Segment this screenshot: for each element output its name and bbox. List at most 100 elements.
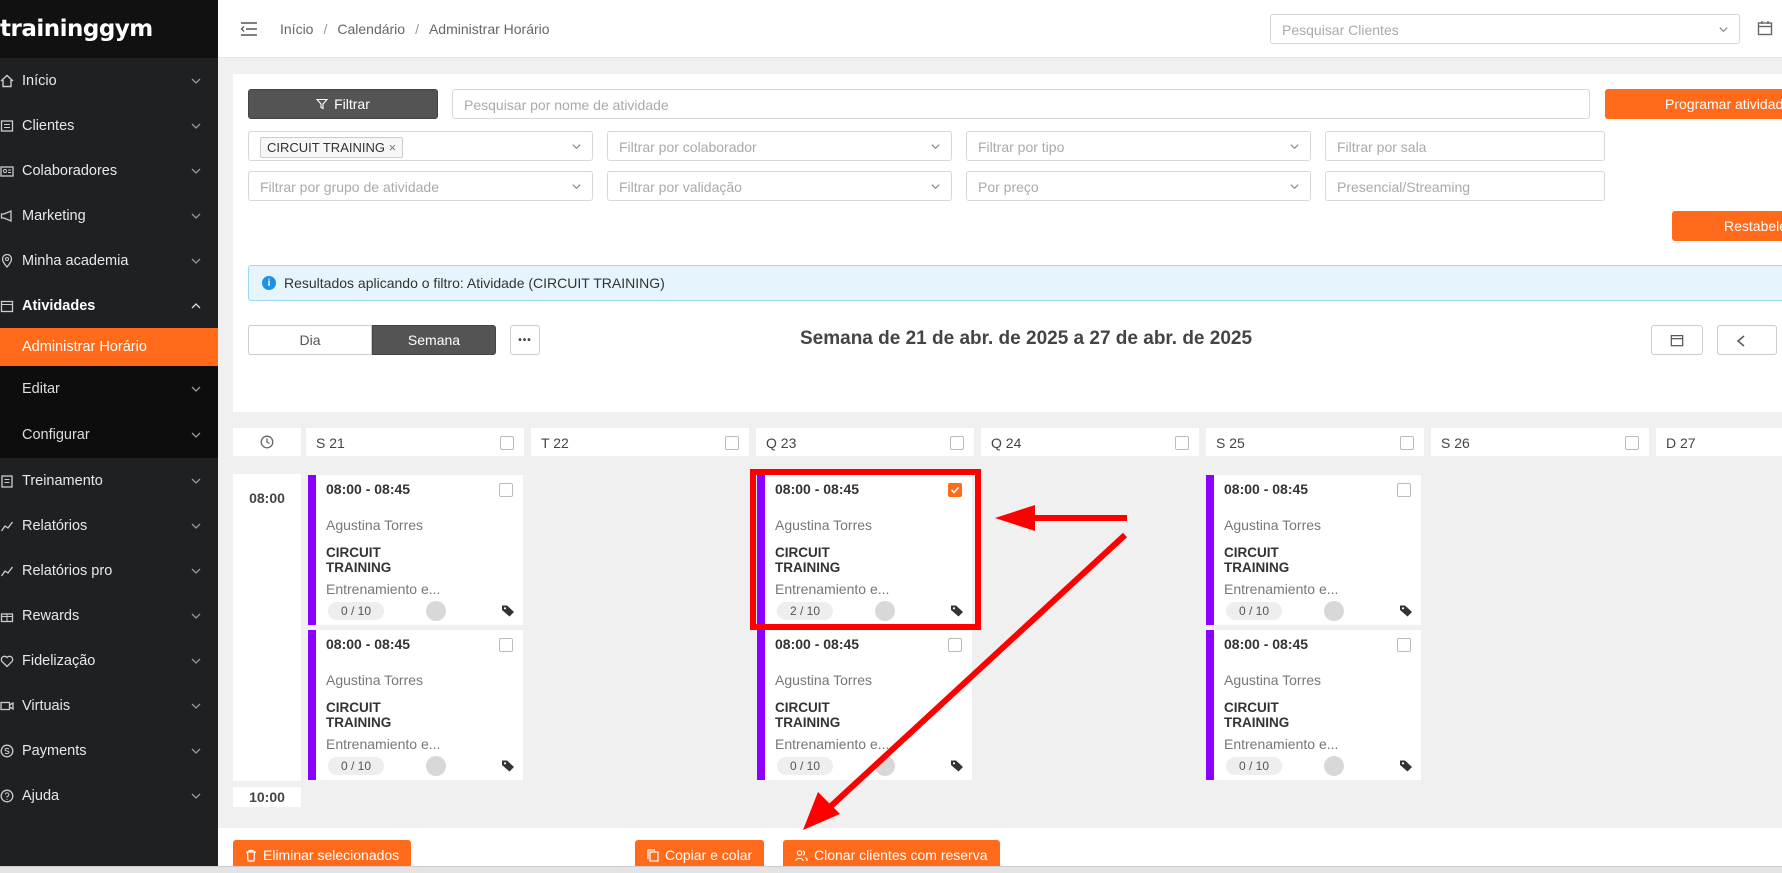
day-select-checkbox[interactable] <box>500 436 514 450</box>
sidebar-item-label: Treinamento <box>22 472 103 489</box>
filter-button[interactable]: Filtrar <box>248 89 438 119</box>
day-select-checkbox[interactable] <box>950 436 964 450</box>
activity-time: 08:00 - 08:45 <box>326 636 411 652</box>
sidebar-subitem-administrar-horario[interactable]: Administrar Horário <box>0 328 218 366</box>
activity-coach: Agustina Torres <box>775 517 873 533</box>
activity-select-checkbox[interactable] <box>499 483 513 497</box>
activity-card[interactable]: 08:00 - 08:45 Agustina Torres CIRCUIT TR… <box>757 630 972 780</box>
breadcrumb: Início / Calendário / Administrar Horári… <box>280 21 550 37</box>
dollar-icon <box>0 744 22 758</box>
activity-select-checkbox[interactable] <box>499 638 513 652</box>
room-filter-select[interactable]: Filtrar por sala <box>1325 131 1605 161</box>
activity-name: CIRCUIT TRAINING <box>775 545 841 575</box>
activity-search-input[interactable]: Pesquisar por nome de atividade <box>452 89 1590 119</box>
sidebar-item-ajuda[interactable]: Ajuda <box>0 773 218 818</box>
chevron-down-icon <box>191 478 201 484</box>
sidebar-item-treinamento[interactable]: Treinamento <box>0 458 218 503</box>
validation-filter-select[interactable]: Filtrar por validação <box>607 171 952 201</box>
client-search-select[interactable]: Pesquisar Clientes <box>1270 14 1740 44</box>
sidebar-item-relatorios-pro[interactable]: Relatórios pro <box>0 548 218 593</box>
day-header-label: S 21 <box>316 435 345 451</box>
activity-name: CIRCUIT TRAINING <box>1224 700 1290 730</box>
tag-remove-icon[interactable]: × <box>389 140 397 155</box>
sidebar-item-virtuais[interactable]: Virtuais <box>0 683 218 728</box>
check-icon <box>950 486 960 494</box>
chevron-left-icon <box>1736 335 1745 347</box>
activity-card[interactable]: 08:00 - 08:45 Agustina Torres CIRCUIT TR… <box>308 630 523 780</box>
collaborator-filter-placeholder: Filtrar por colaborador <box>619 139 757 155</box>
previous-week-button[interactable] <box>1717 325 1777 355</box>
sidebar-item-rewards[interactable]: Rewards <box>0 593 218 638</box>
help-icon <box>0 789 22 803</box>
day-select-checkbox[interactable] <box>1175 436 1189 450</box>
activity-card[interactable]: 08:00 - 08:45 Agustina Torres CIRCUIT TR… <box>1206 630 1421 780</box>
breadcrumb-item[interactable]: Início <box>280 21 313 37</box>
sidebar-item-label: Payments <box>22 742 87 759</box>
calendar-icon <box>1670 335 1684 347</box>
more-options-button[interactable]: ••• <box>510 325 540 355</box>
week-title: Semana de 21 de abr. de 2025 a 27 de abr… <box>800 328 1253 349</box>
calendar-icon[interactable] <box>1757 20 1773 36</box>
info-icon: i <box>262 276 276 290</box>
sidebar-item-label: Marketing <box>22 207 86 224</box>
time-label: 08:00 <box>233 490 301 507</box>
sidebar-item-minha-academia[interactable]: Minha academia <box>0 238 218 283</box>
activity-card[interactable]: 08:00 - 08:45 Agustina Torres CIRCUIT TR… <box>1206 475 1421 625</box>
activity-time: 08:00 - 08:45 <box>775 636 860 652</box>
chart-icon <box>0 564 22 578</box>
validation-filter-placeholder: Filtrar por validação <box>619 179 742 195</box>
sidebar-item-marketing[interactable]: Marketing <box>0 193 218 238</box>
day-header-label: T 22 <box>541 435 569 451</box>
chevron-up-icon <box>191 302 201 308</box>
program-activity-button[interactable]: Programar atividade <box>1605 89 1782 119</box>
reset-filters-button[interactable]: Restabelecer <box>1672 211 1782 241</box>
collaborator-filter-select[interactable]: Filtrar por colaborador <box>607 131 952 161</box>
sidebar-subitem-editar[interactable]: Editar <box>0 366 218 412</box>
sidebar-item-atividades[interactable]: Atividades <box>0 283 218 328</box>
clients-icon <box>0 119 22 133</box>
sidebar-item-inicio[interactable]: Início <box>0 58 218 103</box>
activity-description: Entrenamiento e... <box>775 581 890 597</box>
activity-description: Entrenamiento e... <box>775 736 890 752</box>
sidebar-item-relatorios[interactable]: Relatórios <box>0 503 218 548</box>
sidebar-item-fidelizacao[interactable]: Fidelização <box>0 638 218 683</box>
activity-filter-tag-label: CIRCUIT TRAINING <box>267 140 385 155</box>
activity-card[interactable]: 08:00 - 08:45 Agustina Torres CIRCUIT TR… <box>308 475 523 625</box>
activity-coach: Agustina Torres <box>326 672 424 688</box>
view-day-label: Dia <box>299 332 321 348</box>
activity-time: 08:00 - 08:45 <box>326 481 411 497</box>
activity-select-checkbox[interactable] <box>1397 483 1411 497</box>
day-select-checkbox[interactable] <box>725 436 739 450</box>
type-filter-select[interactable]: Filtrar por tipo <box>966 131 1311 161</box>
breadcrumb-item[interactable]: Calendário <box>337 21 405 37</box>
price-filter-select[interactable]: Por preço <box>966 171 1311 201</box>
sidebar-item-payments[interactable]: Payments <box>0 728 218 773</box>
activity-select-checkbox[interactable] <box>1397 638 1411 652</box>
activity-card[interactable]: 08:00 - 08:45 Agustina Torres CIRCUIT TR… <box>757 475 972 625</box>
date-picker-button[interactable] <box>1651 325 1703 355</box>
menu-collapse-icon[interactable] <box>240 21 258 37</box>
sidebar-item-label: Configurar <box>22 427 90 443</box>
day-select-checkbox[interactable] <box>1400 436 1414 450</box>
logo[interactable]: traininggym <box>0 0 218 58</box>
day-header: Q 24 <box>981 428 1199 456</box>
mode-filter-select[interactable]: Presencial/Streaming <box>1325 171 1605 201</box>
chevron-down-icon <box>931 184 940 190</box>
view-day-button[interactable]: Dia <box>248 325 372 355</box>
activity-select-checkbox[interactable] <box>948 638 962 652</box>
view-week-button[interactable]: Semana <box>372 325 496 355</box>
activity-filter-select[interactable]: CIRCUIT TRAINING × <box>248 131 593 161</box>
chevron-down-icon <box>572 144 581 150</box>
day-select-checkbox[interactable] <box>1625 436 1639 450</box>
group-filter-select[interactable]: Filtrar por grupo de atividade <box>248 171 593 201</box>
activity-description: Entrenamiento e... <box>326 581 441 597</box>
sidebar-item-colaboradores[interactable]: Colaboradores <box>0 148 218 193</box>
sidebar-item-clientes[interactable]: Clientes <box>0 103 218 148</box>
delete-selected-label: Eliminar selecionados <box>263 847 400 863</box>
status-dot <box>1324 756 1344 776</box>
chevron-down-icon <box>191 432 201 438</box>
sidebar-subitem-configurar[interactable]: Configurar <box>0 412 218 458</box>
home-icon <box>0 74 22 88</box>
chevron-down-icon <box>191 123 201 129</box>
activity-select-checkbox[interactable] <box>948 483 962 497</box>
